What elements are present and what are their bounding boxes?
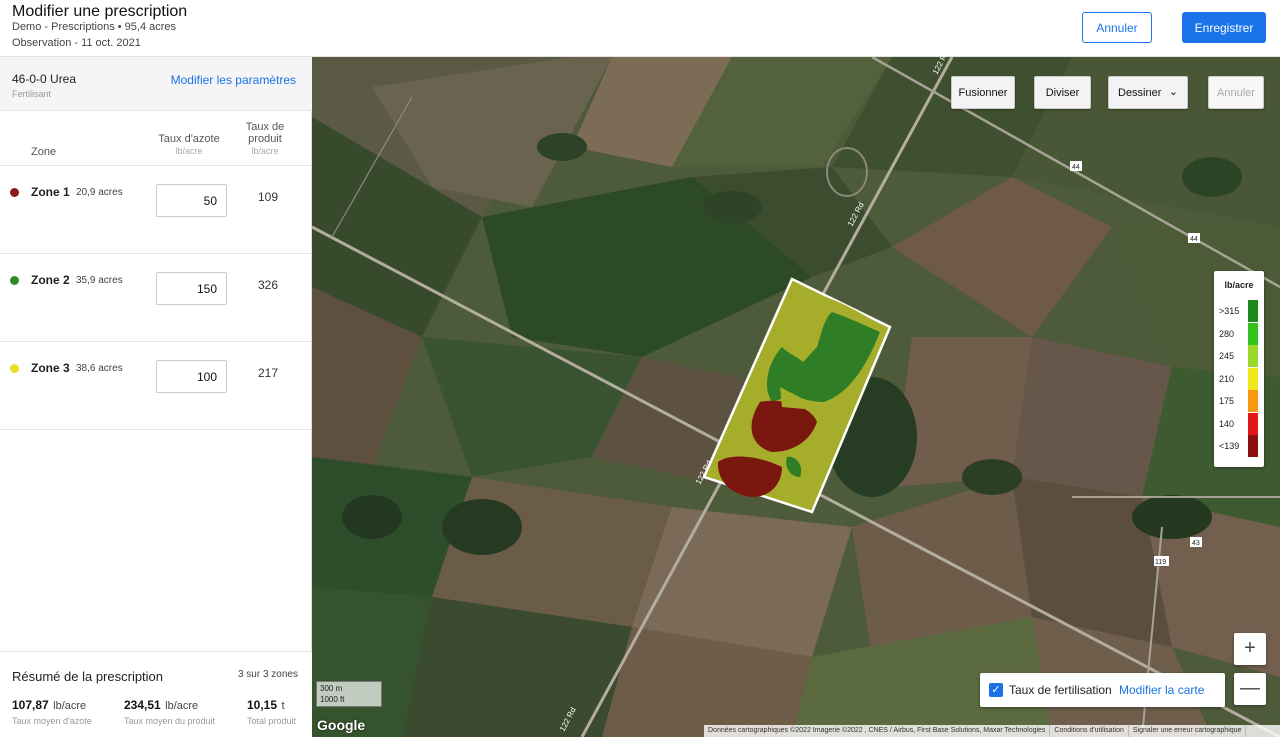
- legend-swatch: [1248, 412, 1258, 435]
- legend-label: 245: [1219, 351, 1235, 361]
- zone-row-2: Zone 2 35,9 acres 326: [0, 254, 312, 342]
- summary-total-label: Total produit: [247, 716, 297, 726]
- chevron-down-icon: ⌄: [1168, 86, 1178, 98]
- summary-stat-nitrogen: 107,87 lb/acre Taux moyen d'azote: [12, 696, 92, 726]
- zone-1-area: 20,9 acres: [76, 187, 123, 198]
- observation-date: Observation - 11 oct. 2021: [12, 37, 141, 49]
- rate-legend: lb/acre >315 280 245 210 175 140 <139: [1214, 271, 1264, 467]
- legend-swatch: [1248, 322, 1258, 345]
- summary-stat-product: 234,51 lb/acre Taux moyen du produit: [124, 696, 215, 726]
- map-attribution: Données cartographiques ©2022 Imagerie ©…: [704, 725, 1280, 737]
- zone-row-3: Zone 3 38,6 acres 217: [0, 342, 312, 430]
- report-error-link[interactable]: Signaler une erreur cartographique: [1129, 725, 1247, 737]
- fertilizer-name: 46-0-0 Urea: [12, 72, 77, 86]
- edit-map-link[interactable]: Modifier la carte: [1119, 683, 1204, 697]
- page-title: Modifier une prescription: [12, 3, 188, 20]
- zone-3-product-rate: 217: [257, 366, 279, 380]
- column-header-zone: Zone: [31, 146, 57, 158]
- summary-title: Résumé de la prescription: [12, 669, 164, 684]
- zoom-out-button[interactable]: —: [1234, 673, 1266, 705]
- zoom-in-button[interactable]: +: [1234, 633, 1266, 665]
- road-sign-44a: 44: [1072, 164, 1080, 171]
- column-header-product-line1: Taux de: [245, 121, 285, 133]
- zone-2-area: 35,9 acres: [76, 275, 123, 286]
- summary-product-value: 234,51: [124, 698, 161, 712]
- zone-2-nitrogen-input[interactable]: [156, 272, 227, 305]
- fertilizer-type: Fertilisant: [12, 89, 52, 99]
- undo-button[interactable]: Annuler: [1208, 76, 1264, 109]
- summary-total-value: 10,15: [247, 698, 278, 712]
- zone-1-nitrogen-input[interactable]: [156, 184, 227, 217]
- draw-dropdown[interactable]: Dessiner ⌄: [1108, 76, 1188, 109]
- terms-link[interactable]: Conditions d'utilisation: [1050, 725, 1129, 737]
- column-header-nitrogen: Taux d'azote lb/acre: [150, 133, 228, 157]
- zone-3-name: Zone 3: [31, 361, 70, 375]
- legend-swatch: [1248, 300, 1258, 322]
- zone-1-product-rate: 109: [257, 190, 279, 204]
- zone-3-nitrogen-input[interactable]: [156, 360, 227, 393]
- legend-swatch: [1248, 390, 1258, 412]
- column-header-nitrogen-unit: lb/acre: [175, 146, 203, 156]
- prescription-panel: 46-0-0 Urea Fertilisant Modifier les par…: [0, 57, 312, 737]
- google-logo: Google: [317, 717, 366, 733]
- legend-label: 140: [1219, 418, 1235, 429]
- legend-label: 175: [1219, 396, 1235, 406]
- legend-swatch: [1248, 435, 1258, 457]
- summary-product-label: Taux moyen du produit: [124, 716, 216, 726]
- legend-label: >315: [1219, 306, 1240, 316]
- zone-2-name: Zone 2: [31, 273, 70, 287]
- column-header-product-unit: lb/acre: [251, 146, 279, 156]
- edit-parameters-link[interactable]: Modifier les paramètres: [171, 73, 296, 87]
- save-button[interactable]: Enregistrer: [1182, 12, 1266, 43]
- column-header-product-line2: produit: [248, 133, 282, 145]
- zone-1-name: Zone 1: [31, 185, 70, 199]
- cancel-button[interactable]: Annuler: [1082, 12, 1152, 43]
- fertilizer-row: 46-0-0 Urea Fertilisant Modifier les par…: [0, 57, 312, 111]
- road-sign-44b: 44: [1190, 236, 1198, 243]
- summary-product-unit: lb/acre: [165, 700, 199, 712]
- draw-dropdown-label: Dessiner: [1118, 86, 1162, 99]
- summary-nitrogen-unit: lb/acre: [53, 700, 87, 712]
- legend-swatch: [1248, 367, 1258, 390]
- legend-title: lb/acre: [1224, 280, 1254, 290]
- fertilization-rate-toggle: ✓ Taux de fertilisation Modifier la cart…: [980, 673, 1225, 707]
- zone-2-product-rate: 326: [257, 278, 279, 292]
- scale-meters: 300 m: [320, 684, 343, 693]
- page-header: Modifier une prescription Demo - Prescri…: [0, 0, 1280, 57]
- legend-swatch: [1248, 345, 1258, 367]
- scale-feet: 1000 ft: [320, 695, 345, 704]
- merge-button[interactable]: Fusionner: [951, 76, 1015, 109]
- fertilization-rate-checkbox[interactable]: ✓: [989, 683, 1003, 697]
- farm-subtitle: Demo - Prescriptions • 95,4 acres: [12, 21, 177, 33]
- column-header-nitrogen-label: Taux d'azote: [158, 133, 220, 145]
- zone-2-color-dot: [10, 276, 19, 285]
- satellite-imagery: 122 Rd 122 Rd 122 Rd 122 Rd 44 44 43 119: [312, 57, 1280, 737]
- column-header-product: Taux de produit lb/acre: [238, 121, 292, 157]
- summary-total-unit: t: [281, 700, 285, 712]
- zone-row-1: Zone 1 20,9 acres 109: [0, 166, 312, 254]
- summary-nitrogen-value: 107,87: [12, 698, 49, 712]
- zone-3-area: 38,6 acres: [76, 363, 123, 374]
- legend-label: 210: [1219, 373, 1235, 384]
- attribution-data: Données cartographiques ©2022 Imagerie ©…: [704, 725, 1051, 737]
- satellite-map[interactable]: 122 Rd 122 Rd 122 Rd 122 Rd 44 44 43 119…: [312, 57, 1280, 737]
- zone-3-color-dot: [10, 364, 19, 373]
- legend-label: <139: [1219, 441, 1240, 451]
- prescription-summary: Résumé de la prescription 3 sur 3 zones …: [0, 651, 312, 737]
- road-sign-119: 119: [1155, 559, 1166, 566]
- summary-nitrogen-label: Taux moyen d'azote: [12, 716, 92, 726]
- split-button[interactable]: Diviser: [1034, 76, 1091, 109]
- map-scale: 300 m 1000 ft: [316, 681, 382, 707]
- summary-zone-count: 3 sur 3 zones: [237, 669, 298, 680]
- road-sign-43: 43: [1192, 540, 1200, 547]
- legend-label: 280: [1219, 328, 1235, 339]
- zone-1-color-dot: [10, 188, 19, 197]
- fertilization-rate-label: Taux de fertilisation: [1009, 683, 1112, 697]
- summary-stat-total: 10,15 t Total produit: [247, 696, 296, 726]
